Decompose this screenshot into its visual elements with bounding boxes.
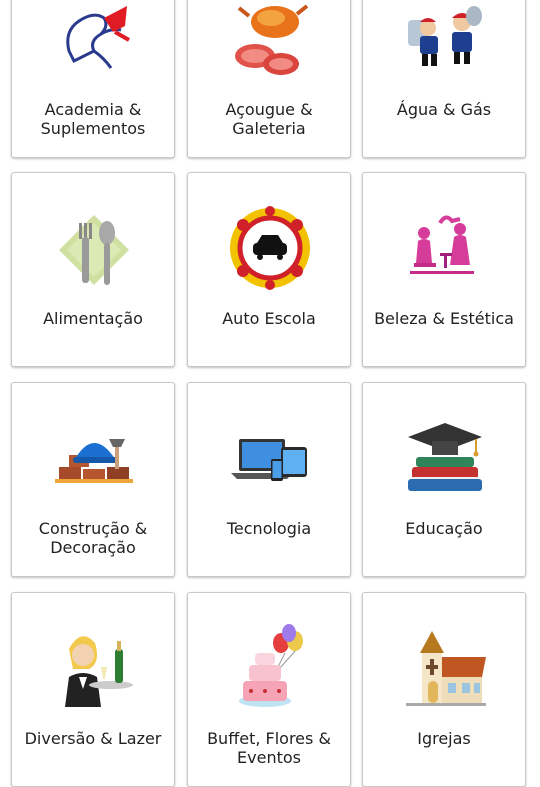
delivery-men-icon bbox=[408, 6, 482, 66]
graduation-cap-books-icon bbox=[408, 423, 482, 491]
salon-women-icon bbox=[410, 215, 474, 274]
category-label: Beleza & Estética bbox=[374, 309, 514, 328]
category-label: Água & Gás bbox=[396, 100, 492, 119]
church-icon bbox=[406, 631, 486, 706]
category-label: Buffet, Flores & Eventos bbox=[207, 729, 331, 767]
category-grid: Academia & Suplementos Açougue & Galeter… bbox=[0, 0, 540, 787]
category-card-tecnologia[interactable]: Tecnologia bbox=[187, 382, 351, 577]
category-card-academia[interactable]: Academia & Suplementos bbox=[11, 0, 175, 158]
category-card-educacao[interactable]: Educação bbox=[362, 382, 526, 577]
category-card-acougue[interactable]: Açougue & Galeteria bbox=[187, 0, 351, 158]
category-card-diversao[interactable]: Diversão & Lazer bbox=[11, 592, 175, 787]
category-label: Academia & Suplementos bbox=[40, 100, 146, 138]
fitness-man-icon bbox=[66, 6, 130, 69]
category-label: Diversão & Lazer bbox=[24, 729, 162, 748]
category-card-igrejas[interactable]: Igrejas bbox=[362, 592, 526, 787]
category-card-agua-gas[interactable]: Água & Gás bbox=[362, 0, 526, 158]
category-label: Tecnologia bbox=[226, 519, 312, 538]
laptop-devices-icon bbox=[231, 439, 307, 481]
roast-chicken-steak-icon bbox=[235, 4, 309, 75]
waiter-champagne-icon bbox=[65, 636, 133, 707]
cake-balloons-icon bbox=[239, 624, 303, 707]
category-label: Igrejas bbox=[417, 729, 471, 748]
hard-hat-bricks-icon bbox=[55, 439, 133, 483]
category-label: Alimentação bbox=[43, 309, 143, 328]
traffic-signs-car-icon bbox=[230, 206, 310, 290]
category-label: Construção & Decoração bbox=[38, 519, 148, 557]
fork-spoon-icon bbox=[59, 215, 129, 285]
category-label: Auto Escola bbox=[222, 309, 316, 328]
category-card-alimentacao[interactable]: Alimentação bbox=[11, 172, 175, 367]
category-card-buffet[interactable]: Buffet, Flores & Eventos bbox=[187, 592, 351, 787]
category-label: Educação bbox=[405, 519, 483, 538]
category-card-beleza[interactable]: Beleza & Estética bbox=[362, 172, 526, 367]
category-card-auto-escola[interactable]: Auto Escola bbox=[187, 172, 351, 367]
category-card-construcao[interactable]: Construção & Decoração bbox=[11, 382, 175, 577]
category-label: Açougue & Galeteria bbox=[225, 100, 313, 138]
